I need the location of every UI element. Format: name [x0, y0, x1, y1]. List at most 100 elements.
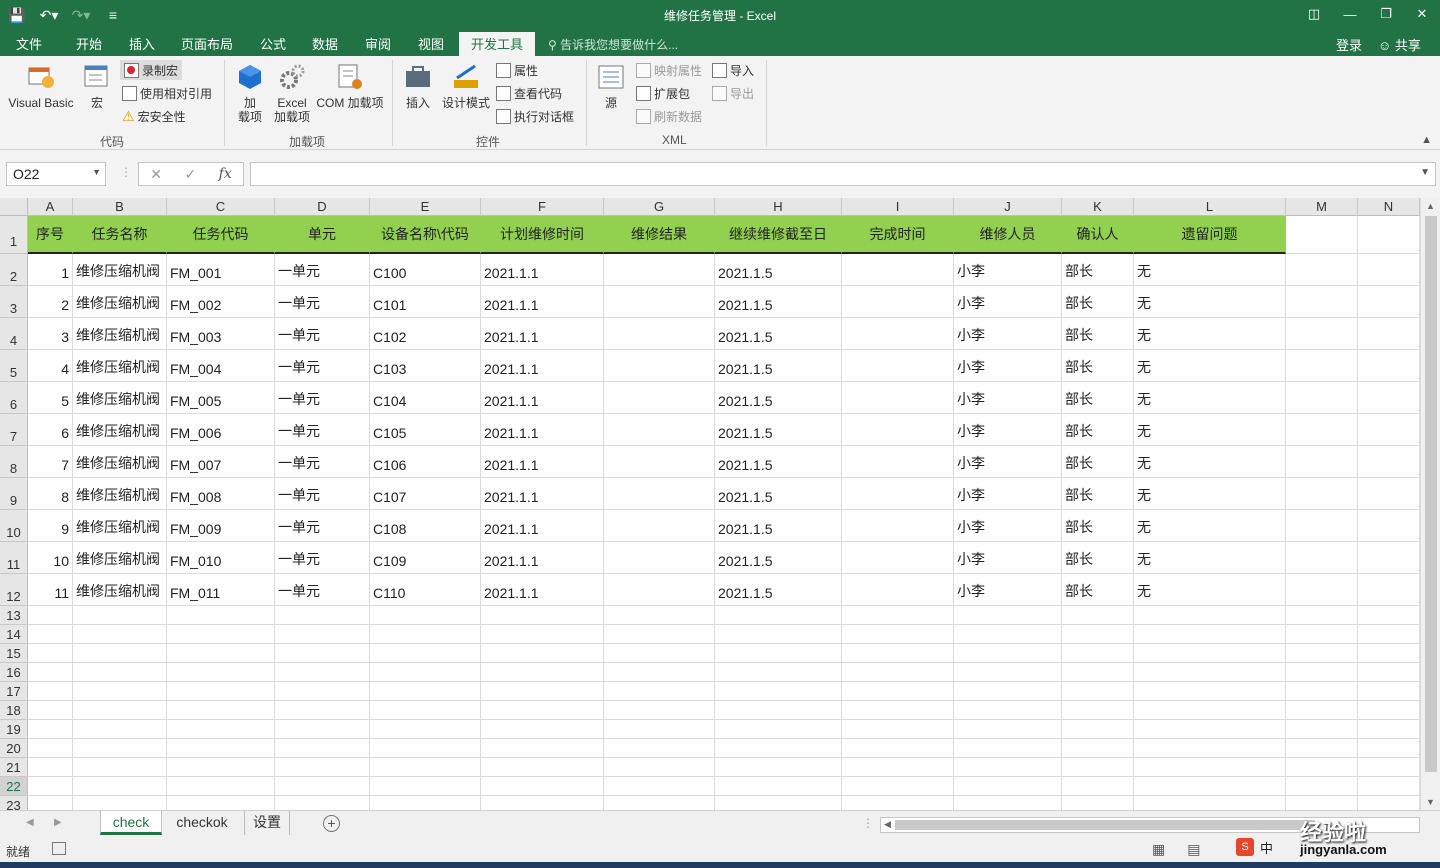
table-cell[interactable]: C108	[370, 510, 481, 542]
row-header[interactable]: 3	[0, 286, 28, 318]
table-cell[interactable]: 部长	[1062, 510, 1134, 542]
empty-cell[interactable]	[604, 777, 715, 796]
table-cell[interactable]	[604, 286, 715, 318]
table-cell[interactable]: 维修压缩机阀	[73, 414, 167, 446]
row-header[interactable]: 11	[0, 542, 28, 574]
header-cell[interactable]: 任务代码	[167, 216, 275, 254]
table-cell[interactable]: 小李	[954, 382, 1062, 414]
column-header-h[interactable]: H	[715, 198, 842, 216]
cancel-icon[interactable]: ✕	[150, 166, 162, 183]
table-cell[interactable]: 2021.1.5	[715, 542, 842, 574]
column-header-f[interactable]: F	[481, 198, 604, 216]
empty-cell[interactable]	[167, 625, 275, 644]
empty-cell[interactable]	[28, 739, 73, 758]
table-cell[interactable]: 部长	[1062, 414, 1134, 446]
row-header[interactable]: 13	[0, 606, 28, 625]
empty-cell[interactable]	[604, 796, 715, 810]
refresh-data-button[interactable]: 刷新数据	[636, 106, 702, 126]
table-cell[interactable]	[842, 510, 954, 542]
empty-cell[interactable]	[1286, 542, 1358, 574]
table-cell[interactable]	[842, 414, 954, 446]
collapse-ribbon-icon[interactable]: ▲	[1421, 134, 1432, 146]
empty-cell[interactable]	[715, 625, 842, 644]
table-cell[interactable]: 维修压缩机阀	[73, 446, 167, 478]
empty-cell[interactable]	[28, 625, 73, 644]
table-cell[interactable]: 维修压缩机阀	[73, 382, 167, 414]
excel-addins-button[interactable]: Excel 加载项	[272, 62, 312, 124]
empty-cell[interactable]	[1358, 254, 1420, 286]
prev-sheet-icon[interactable]: ◀	[26, 817, 34, 828]
table-cell[interactable]: FM_009	[167, 510, 275, 542]
row-header[interactable]: 14	[0, 625, 28, 644]
table-cell[interactable]: 一单元	[275, 318, 370, 350]
page-layout-view-icon[interactable]: ▤	[1187, 841, 1200, 858]
table-cell[interactable]: 2021.1.5	[715, 414, 842, 446]
row-header[interactable]: 4	[0, 318, 28, 350]
empty-cell[interactable]	[604, 758, 715, 777]
empty-cell[interactable]	[1286, 758, 1358, 777]
table-cell[interactable]: 无	[1134, 350, 1286, 382]
empty-cell[interactable]	[604, 663, 715, 682]
table-cell[interactable]: 小李	[954, 414, 1062, 446]
empty-cell[interactable]	[604, 739, 715, 758]
empty-cell[interactable]	[481, 796, 604, 810]
empty-cell[interactable]	[275, 758, 370, 777]
header-cell[interactable]: 遗留问题	[1134, 216, 1286, 254]
empty-cell[interactable]	[1358, 758, 1420, 777]
empty-cell[interactable]	[1286, 777, 1358, 796]
empty-cell[interactable]	[370, 796, 481, 810]
empty-cell[interactable]	[954, 701, 1062, 720]
share-button[interactable]: ☺ 共享	[1378, 35, 1421, 54]
empty-cell[interactable]	[481, 739, 604, 758]
table-cell[interactable]: FM_006	[167, 414, 275, 446]
empty-cell[interactable]	[1286, 446, 1358, 478]
row-header[interactable]: 19	[0, 720, 28, 739]
empty-cell[interactable]	[275, 720, 370, 739]
empty-cell[interactable]	[954, 682, 1062, 701]
normal-view-icon[interactable]: ▦	[1152, 841, 1165, 858]
table-cell[interactable]: 6	[28, 414, 73, 446]
empty-cell[interactable]	[1358, 606, 1420, 625]
empty-cell[interactable]	[1358, 478, 1420, 510]
empty-cell[interactable]	[1286, 663, 1358, 682]
empty-cell[interactable]	[1062, 758, 1134, 777]
column-header-a[interactable]: A	[28, 198, 73, 216]
table-cell[interactable]: 部长	[1062, 478, 1134, 510]
empty-cell[interactable]	[370, 682, 481, 701]
macro-security-button[interactable]: ⚠ 宏安全性	[122, 106, 186, 126]
empty-cell[interactable]	[275, 682, 370, 701]
table-cell[interactable]: 7	[28, 446, 73, 478]
insert-control-button[interactable]: 插入	[400, 62, 436, 110]
tab-review[interactable]: 审阅	[365, 34, 391, 53]
column-header-l[interactable]: L	[1134, 198, 1286, 216]
table-cell[interactable]: 部长	[1062, 318, 1134, 350]
empty-cell[interactable]	[1062, 663, 1134, 682]
empty-cell[interactable]	[275, 701, 370, 720]
empty-cell[interactable]	[167, 777, 275, 796]
header-cell[interactable]: 继续维修截至日	[715, 216, 842, 254]
empty-cell[interactable]	[73, 663, 167, 682]
tab-data[interactable]: 数据	[312, 34, 338, 53]
tab-view[interactable]: 视图	[418, 34, 444, 53]
tab-file[interactable]: 文件	[16, 34, 42, 53]
table-cell[interactable]: 无	[1134, 478, 1286, 510]
empty-cell[interactable]	[28, 682, 73, 701]
table-cell[interactable]: 2021.1.5	[715, 382, 842, 414]
export-button[interactable]: 导出	[712, 83, 754, 103]
empty-cell[interactable]	[167, 796, 275, 810]
empty-cell[interactable]	[1286, 701, 1358, 720]
table-cell[interactable]	[842, 446, 954, 478]
table-cell[interactable]: 4	[28, 350, 73, 382]
table-cell[interactable]: FM_005	[167, 382, 275, 414]
empty-cell[interactable]	[1286, 739, 1358, 758]
table-cell[interactable]: 2021.1.5	[715, 510, 842, 542]
table-cell[interactable]	[842, 254, 954, 286]
row-header[interactable]: 12	[0, 574, 28, 606]
empty-cell[interactable]	[954, 644, 1062, 663]
empty-cell[interactable]	[28, 720, 73, 739]
empty-cell[interactable]	[167, 720, 275, 739]
table-cell[interactable]: C106	[370, 446, 481, 478]
table-cell[interactable]: 部长	[1062, 350, 1134, 382]
table-cell[interactable]: C107	[370, 478, 481, 510]
table-cell[interactable]: 8	[28, 478, 73, 510]
